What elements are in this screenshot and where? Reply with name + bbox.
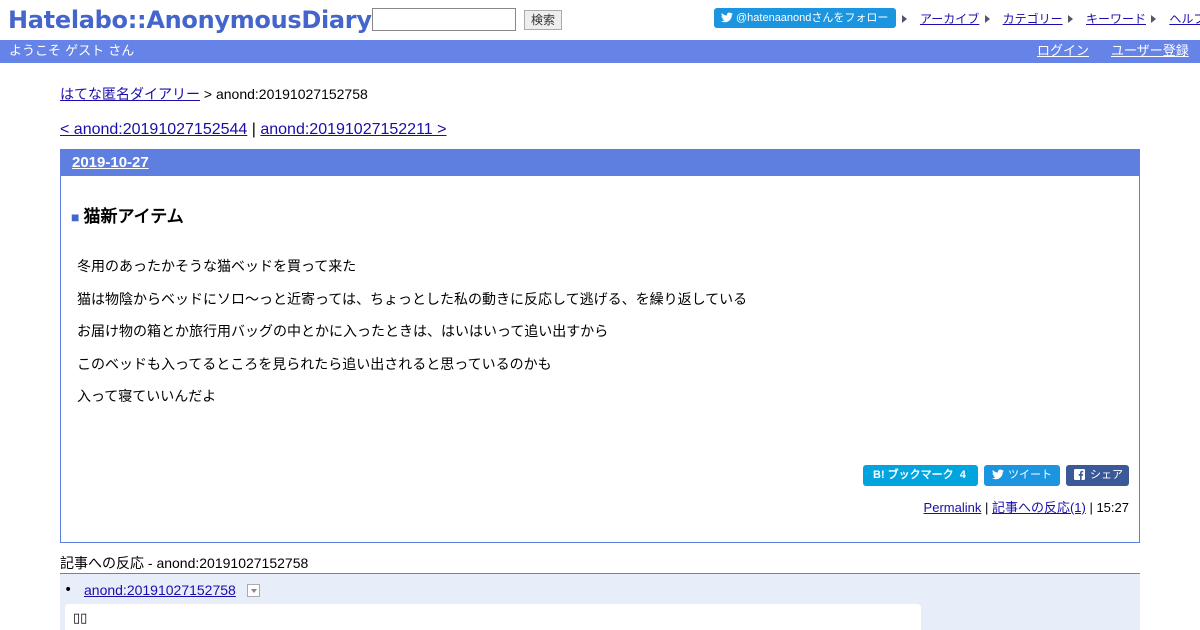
- reaction-body: ▯▯: [73, 611, 88, 626]
- entry-pager: < anond:20191027152544 | anond:201910271…: [60, 121, 446, 139]
- entry-date-header: 2019-10-27: [61, 150, 1139, 176]
- footer-separator: |: [1085, 500, 1097, 515]
- follow-label: @hatenaanondさんをフォロー: [736, 12, 889, 24]
- facebook-share-button[interactable]: シェア: [1066, 465, 1129, 486]
- nav-category[interactable]: カテゴリー: [1003, 12, 1063, 26]
- entry-paragraph: お届け物の箱とか旅行用バッグの中とかに入ったときは、はいはいって追い出すから: [77, 324, 609, 340]
- entry-footer: Permalink | 記事への反応(1) | 15:27: [924, 497, 1129, 516]
- entry-date[interactable]: 2019-10-27: [72, 154, 149, 171]
- facebook-label: シェア: [1090, 469, 1123, 481]
- footer-separator: |: [981, 500, 992, 515]
- diary-entry: 2019-10-27 ■ 猫新アイテム 冬用のあったかそうな猫ベッドを買って来た …: [60, 149, 1140, 543]
- entry-paragraph: 猫は物陰からベッドにソロ～っと近寄っては、ちょっとした私の動きに反応して逃げる、…: [77, 291, 748, 308]
- entry-body: 冬用のあったかそうな猫ベッドを買って来た 猫は物陰からベッドにソロ～っと近寄って…: [77, 251, 747, 414]
- entry-time: 15:27: [1096, 500, 1129, 515]
- register-link[interactable]: ユーザー登録: [1111, 40, 1189, 63]
- arrow-icon: [984, 15, 990, 23]
- header-nav: アーカイブ カテゴリー キーワード ヘルプ: [900, 10, 1200, 27]
- nav-help[interactable]: ヘルプ: [1169, 12, 1200, 26]
- welcome-text: ようこそ ゲスト さん: [9, 44, 135, 59]
- pager-separator: |: [247, 121, 261, 138]
- entry-title: ■ 猫新アイテム: [71, 202, 184, 227]
- tweet-label: ツイート: [1008, 469, 1052, 481]
- arrow-icon: [1151, 15, 1157, 23]
- entry-paragraph: このベッドも入ってるところを見られたら追い出されると思っているのかも: [77, 356, 552, 373]
- user-bar: ようこそ ゲスト さん ログイン ユーザー登録: [0, 40, 1200, 63]
- facebook-icon: [1074, 469, 1085, 480]
- breadcrumb-home[interactable]: はてな匿名ダイアリー: [60, 86, 200, 102]
- breadcrumb: はてな匿名ダイアリー > anond:20191027152758: [60, 84, 368, 104]
- breadcrumb-current: anond:20191027152758: [215, 86, 368, 102]
- prev-entry-link[interactable]: < anond:20191027152544: [60, 121, 247, 138]
- reactions-title: 記事への反応 - anond:20191027152758: [60, 555, 309, 571]
- login-link[interactable]: ログイン: [1037, 40, 1089, 63]
- reactions-link[interactable]: 記事への反応(1): [992, 500, 1086, 515]
- entry-title-text: 猫新アイテム: [83, 207, 184, 226]
- entry-paragraph: 冬用のあったかそうな猫ベッドを買って来た: [77, 259, 357, 275]
- arrow-icon: [902, 15, 907, 23]
- list-bullet: •: [64, 582, 73, 598]
- site-logo[interactable]: Hatelabo::AnonymousDiary: [8, 6, 372, 34]
- bookmark-label: B! ブックマーク 4: [873, 469, 966, 481]
- search-input[interactable]: [372, 8, 516, 31]
- search-button[interactable]: 検索: [524, 10, 562, 30]
- reactions-list: • anond:20191027152758 ▯▯: [60, 573, 1140, 630]
- twitter-bird-icon: [992, 469, 1004, 480]
- entry-paragraph: 入って寝ていいんだよ: [77, 389, 217, 405]
- reaction-link[interactable]: anond:20191027152758: [84, 582, 236, 598]
- twitter-bird-icon: [721, 12, 733, 23]
- twitter-follow-button[interactable]: @hatenaanondさんをフォロー: [714, 8, 896, 28]
- hatena-bookmark-button[interactable]: B! ブックマーク 4: [863, 465, 978, 486]
- next-entry-link[interactable]: anond:20191027152211 >: [260, 121, 446, 138]
- permalink-link[interactable]: Permalink: [924, 500, 982, 515]
- nav-archive[interactable]: アーカイブ: [920, 12, 979, 26]
- reaction-card: ▯▯: [65, 604, 921, 630]
- site-header: Hatelabo::AnonymousDiary 検索 @hatenaanond…: [0, 0, 1200, 40]
- entry-title-mark[interactable]: ■: [71, 209, 79, 225]
- arrow-icon: [1067, 15, 1073, 23]
- breadcrumb-separator: >: [200, 86, 216, 102]
- chevron-down-icon[interactable]: [247, 584, 260, 597]
- nav-keyword[interactable]: キーワード: [1086, 12, 1146, 26]
- tweet-button[interactable]: ツイート: [984, 465, 1060, 486]
